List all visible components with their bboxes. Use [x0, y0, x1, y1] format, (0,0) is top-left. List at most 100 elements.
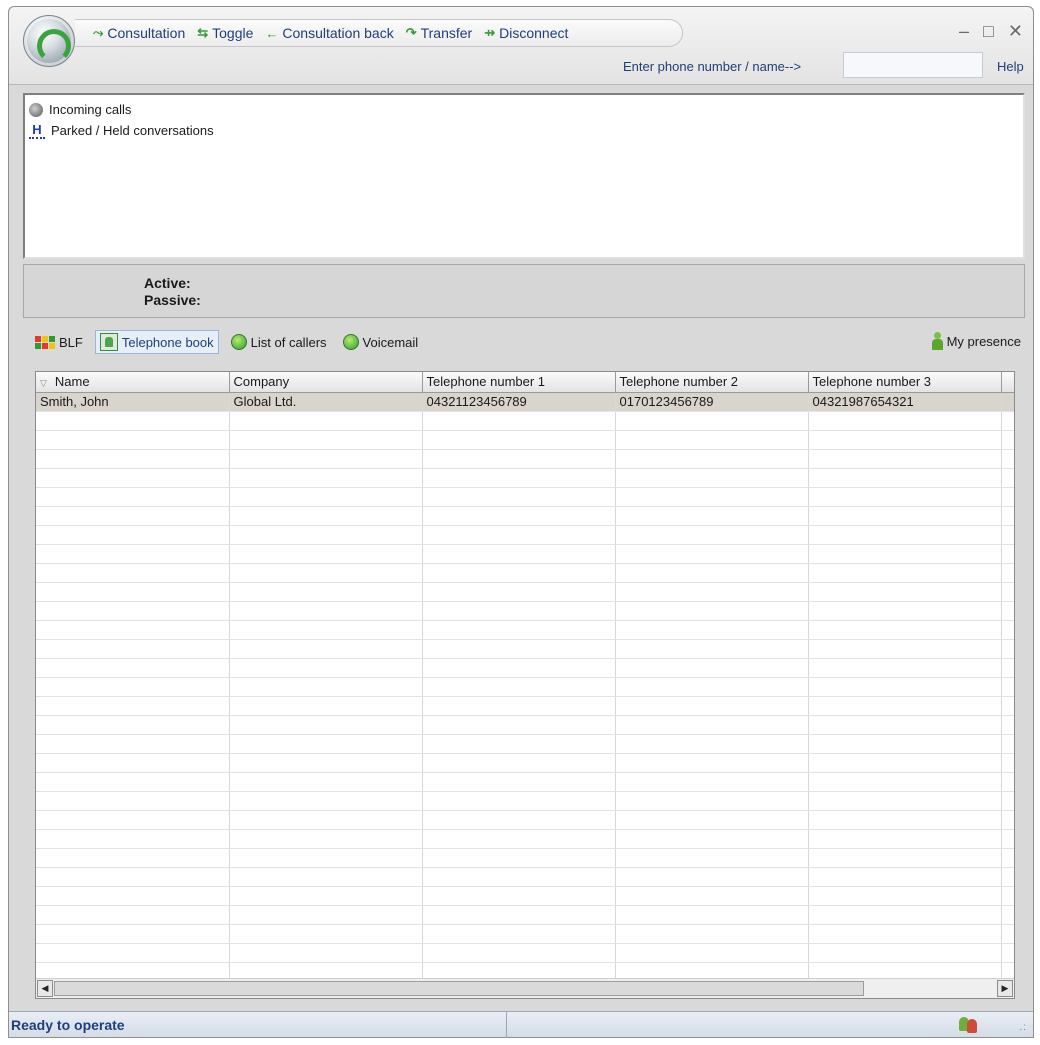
window-controls: – □ ✕: [959, 21, 1023, 42]
table-cell-empty: [615, 734, 809, 754]
table-cell-empty: [229, 449, 423, 469]
table-cell-empty: [615, 772, 809, 792]
table-cell-empty: [615, 924, 809, 944]
my-presence-label: My presence: [946, 333, 1021, 349]
table-row-empty[interactable]: [36, 430, 1014, 450]
tab-voicemail-label: Voicemail: [362, 334, 419, 350]
table-cell-empty: [808, 620, 1002, 640]
table-cell-empty: [422, 658, 616, 678]
column-header-telephone-1[interactable]: Telephone number 1: [422, 372, 616, 393]
table-cell-empty: [422, 468, 616, 488]
column-header-truncated[interactable]: [1001, 372, 1014, 393]
toggle-button[interactable]: ⇆ Toggle: [197, 25, 253, 41]
incoming-calls-item[interactable]: Incoming calls: [29, 99, 1019, 120]
status-divider: [506, 1012, 507, 1038]
table-row-empty[interactable]: [36, 696, 1014, 716]
column-header-telephone-3[interactable]: Telephone number 3: [808, 372, 1002, 393]
search-input[interactable]: [843, 52, 983, 78]
table-row-empty[interactable]: [36, 924, 1014, 944]
table-cell-empty: [808, 449, 1002, 469]
tab-telephone-book[interactable]: Telephone book: [94, 330, 219, 354]
table-row-empty[interactable]: [36, 848, 1014, 868]
table-cell-empty: [808, 715, 1002, 735]
close-button[interactable]: ✕: [1008, 21, 1023, 42]
table-row-empty[interactable]: [36, 791, 1014, 811]
table-cell-empty: [229, 886, 423, 906]
column-header-name[interactable]: ▽ Name: [36, 372, 230, 393]
table-cell-empty: [615, 563, 809, 583]
transfer-button[interactable]: ↷ Transfer: [406, 25, 473, 41]
table-row-empty[interactable]: [36, 905, 1014, 925]
table-cell-empty: [229, 563, 423, 583]
table-cell-empty: [615, 677, 809, 697]
scroll-left-button[interactable]: ◀: [37, 980, 53, 997]
table-row-empty[interactable]: [36, 582, 1014, 602]
disconnect-button[interactable]: ⇸ Disconnect: [484, 25, 568, 41]
table-cell-empty: [808, 791, 1002, 811]
parked-calls-item[interactable]: H Parked / Held conversations: [29, 120, 1019, 141]
table-row-empty[interactable]: [36, 810, 1014, 830]
table-row-empty[interactable]: [36, 449, 1014, 469]
scroll-right-button[interactable]: ▶: [997, 980, 1013, 997]
users-icon[interactable]: [957, 1017, 979, 1033]
table-row-empty[interactable]: [36, 772, 1014, 792]
table-row-empty[interactable]: [36, 506, 1014, 526]
telephone-book-grid[interactable]: ▽ Name Company Telephone number 1 Telepho…: [35, 371, 1015, 999]
table-row-empty[interactable]: [36, 867, 1014, 887]
column-header-company[interactable]: Company: [229, 372, 423, 393]
table-cell-empty: [615, 411, 809, 431]
resize-grip-icon[interactable]: .:: [1019, 1022, 1027, 1033]
app-orb-icon[interactable]: [23, 15, 75, 67]
horizontal-scrollbar[interactable]: ◀ ▶: [36, 978, 1014, 998]
table-cell-empty: [229, 620, 423, 640]
table-row-empty[interactable]: [36, 734, 1014, 754]
consultation-button[interactable]: ⤳ Consultation: [93, 25, 185, 41]
table-cell-empty: [808, 810, 1002, 830]
table-row-empty[interactable]: [36, 658, 1014, 678]
calls-panel[interactable]: Incoming calls H Parked / Held conversat…: [23, 93, 1025, 259]
consultation-label: Consultation: [107, 25, 186, 41]
table-cell-empty: [36, 639, 230, 659]
table-row-empty[interactable]: [36, 943, 1014, 963]
my-presence-button[interactable]: My presence: [931, 332, 1021, 350]
table-row-empty[interactable]: [36, 563, 1014, 583]
table-row-empty[interactable]: [36, 601, 1014, 621]
tab-voicemail[interactable]: Voicemail: [339, 332, 423, 352]
table-row-empty[interactable]: [36, 829, 1014, 849]
table-row-empty[interactable]: [36, 544, 1014, 564]
table-cell-empty: [229, 658, 423, 678]
table-row-empty[interactable]: [36, 886, 1014, 906]
table-row-empty[interactable]: [36, 715, 1014, 735]
tab-list-of-callers[interactable]: List of callers: [227, 332, 331, 352]
table-row-empty[interactable]: [36, 753, 1014, 773]
table-cell-empty: [1001, 487, 1014, 507]
consultation-icon: ⤳: [93, 25, 104, 40]
disconnect-icon: ⇸: [484, 25, 496, 40]
table-cell-empty: [229, 867, 423, 887]
table-cell-empty: [808, 468, 1002, 488]
table-cell-empty: [229, 677, 423, 697]
table-row-empty[interactable]: [36, 487, 1014, 507]
consultation-back-button[interactable]: ← Consultation back: [265, 25, 393, 41]
transfer-icon: ↷: [405, 25, 417, 40]
phone-icon: [29, 102, 43, 117]
column-header-telephone-2[interactable]: Telephone number 2: [615, 372, 809, 393]
tab-blf[interactable]: BLF: [31, 333, 87, 352]
table-cell-empty: [808, 506, 1002, 526]
scrollbar-thumb[interactable]: [54, 981, 864, 996]
minimize-button[interactable]: –: [959, 21, 969, 42]
table-cell-empty: [422, 791, 616, 811]
help-link[interactable]: Help: [997, 59, 1024, 74]
table-row-empty[interactable]: [36, 639, 1014, 659]
table-row[interactable]: Smith, John Global Ltd. 04321123456789 0…: [36, 392, 1014, 412]
maximize-button[interactable]: □: [983, 21, 994, 42]
table-row-empty[interactable]: [36, 620, 1014, 640]
table-row-empty[interactable]: [36, 468, 1014, 488]
table-cell-empty: [808, 658, 1002, 678]
table-row-empty[interactable]: [36, 677, 1014, 697]
table-cell-empty: [422, 734, 616, 754]
table-cell-empty: [36, 810, 230, 830]
table-cell-empty: [615, 753, 809, 773]
table-row-empty[interactable]: [36, 525, 1014, 545]
table-row-empty[interactable]: [36, 411, 1014, 431]
